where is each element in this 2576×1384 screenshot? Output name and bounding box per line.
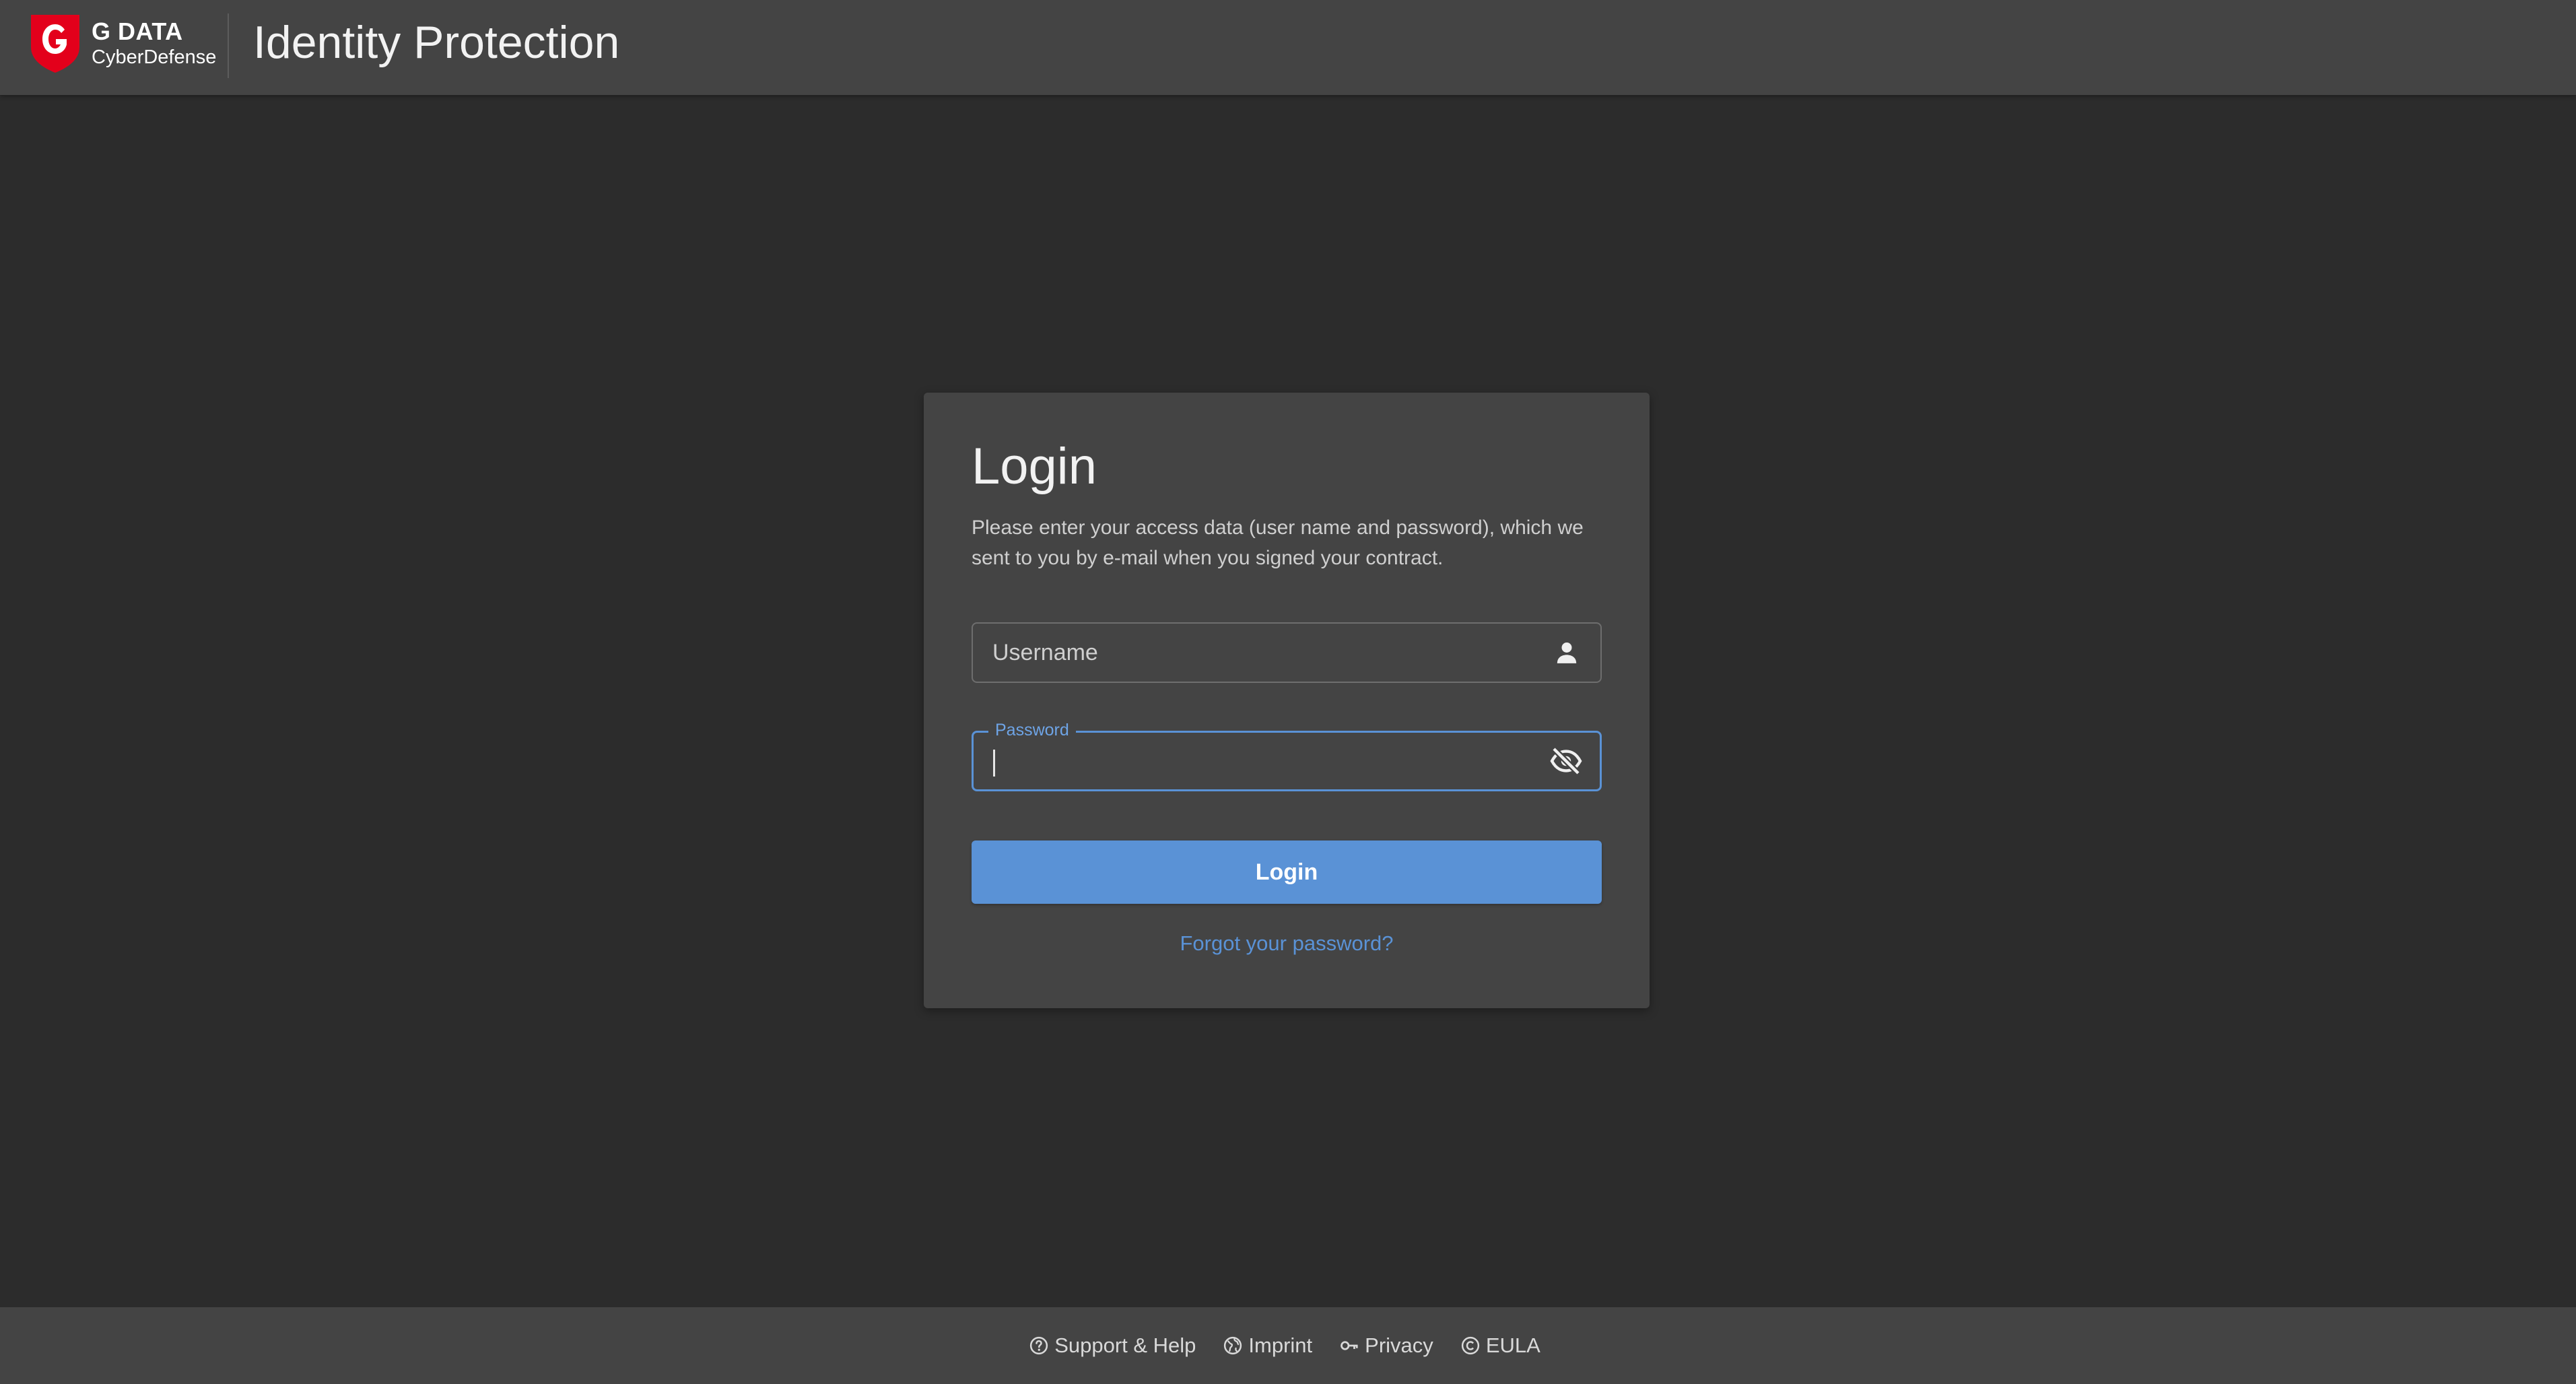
login-title: Login xyxy=(972,438,1097,495)
footer-links: Support & Help Imprint Privacy EULA xyxy=(1029,1333,1540,1358)
footer-link-privacy[interactable]: Privacy xyxy=(1339,1333,1433,1358)
login-card: Login Please enter your access data (use… xyxy=(924,393,1650,1008)
footer-link-support[interactable]: Support & Help xyxy=(1029,1333,1196,1358)
footer: Support & Help Imprint Privacy EULA xyxy=(0,1307,2576,1384)
footer-link-label: Privacy xyxy=(1365,1333,1433,1357)
globe-icon xyxy=(1224,1336,1242,1355)
logo-text: G DATA CyberDefense xyxy=(92,17,217,68)
footer-link-label: EULA xyxy=(1485,1333,1540,1357)
footer-link-imprint[interactable]: Imprint xyxy=(1223,1333,1312,1358)
username-field xyxy=(972,622,1602,683)
footer-link-eula[interactable]: EULA xyxy=(1460,1333,1540,1358)
text-cursor xyxy=(993,750,995,777)
username-input[interactable] xyxy=(992,624,1524,682)
login-description: Please enter your access data (user name… xyxy=(972,517,1584,569)
key-icon xyxy=(1341,1341,1358,1350)
footer-link-label: Imprint xyxy=(1248,1333,1313,1357)
footer-link-label: Support & Help xyxy=(1054,1333,1196,1357)
gdata-shield-icon xyxy=(31,15,79,73)
gdata-logo[interactable]: G DATA CyberDefense xyxy=(28,12,216,74)
question-circle-icon xyxy=(1030,1336,1048,1355)
logo-subtitle: CyberDefense xyxy=(92,46,217,68)
copyright-icon xyxy=(1461,1336,1479,1355)
user-icon xyxy=(1551,636,1583,669)
password-field: Password xyxy=(972,720,1602,791)
logo-brand: G DATA xyxy=(92,17,183,45)
top-header: G DATA CyberDefense Identity Protection xyxy=(0,0,2576,95)
eye-slash-icon[interactable] xyxy=(1550,745,1582,777)
header-divider xyxy=(228,13,229,78)
forgot-password-link[interactable]: Forgot your password? xyxy=(972,930,1602,957)
login-button[interactable]: Login xyxy=(972,841,1602,904)
password-input[interactable] xyxy=(993,733,1525,789)
app-title: Identity Protection xyxy=(253,17,620,68)
